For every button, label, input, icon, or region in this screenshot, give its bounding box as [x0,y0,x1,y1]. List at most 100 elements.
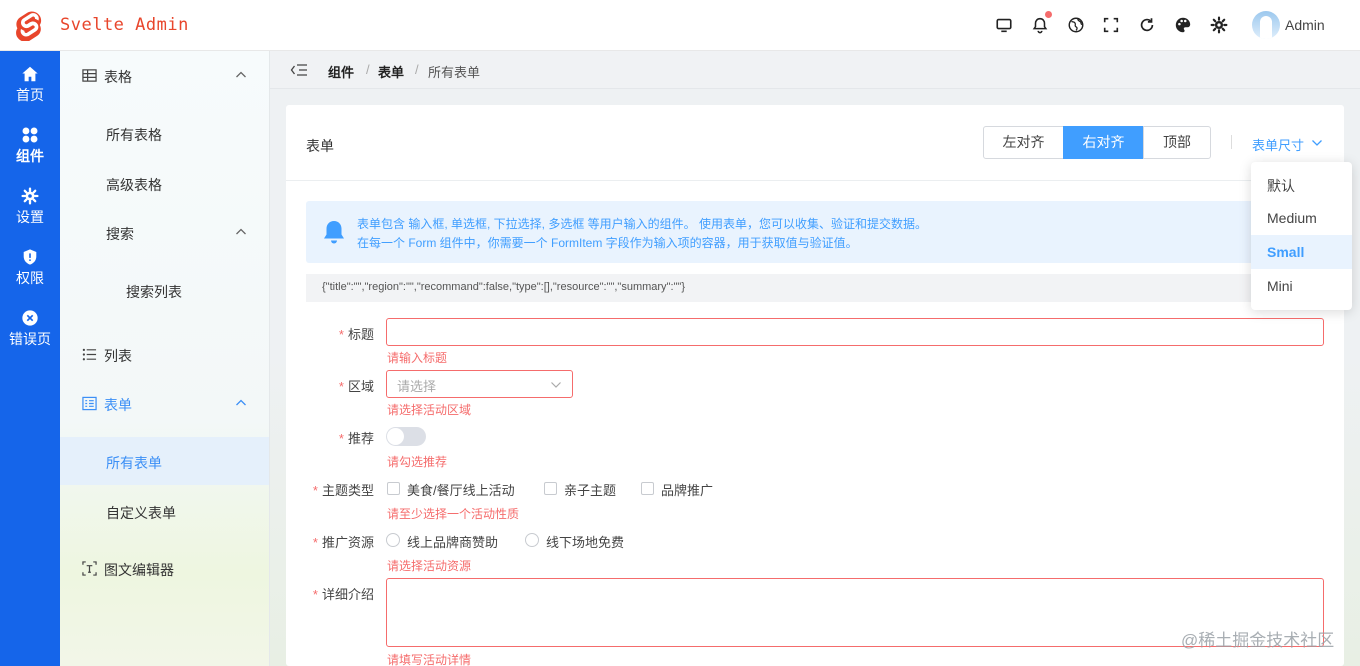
list-icon [82,348,97,361]
type-label: * 主题类型 [312,483,374,498]
form-icon [82,396,97,411]
breadcrumb-item-form[interactable]: 表单 [378,62,404,81]
nav-home[interactable]: 首页 [0,57,60,113]
size-option-mini[interactable]: Mini [1251,269,1352,303]
form-json-text: {"title":"","region":"","recommand":fals… [322,281,685,293]
divider [1231,135,1232,149]
size-option-default[interactable]: 默认 [1251,167,1352,201]
resource-error: 请选择活动资源 [387,559,472,573]
chevron-up-icon [236,71,246,78]
avatar[interactable] [1252,11,1280,39]
nav-components-label: 组件 [16,148,44,164]
submenu-advanced-table-label: 高级表格 [106,177,162,193]
chevron-down-icon[interactable] [1311,138,1323,148]
type-checkbox-brand[interactable] [641,482,654,495]
title-input[interactable] [386,318,1324,346]
type-option-brand[interactable]: 品牌推广 [661,480,713,499]
primary-sidebar: 首页 组件 设置 权限 错误页 [0,51,60,666]
nav-permission[interactable]: 权限 [0,240,60,296]
submenu-all-tables[interactable]: 所有表格 [60,109,269,157]
submenu-form-label: 表单 [104,397,132,413]
recommend-switch[interactable] [386,427,426,446]
info-alert [306,201,1324,263]
align-right-button[interactable]: 右对齐 [1063,126,1144,159]
resource-option-offline[interactable]: 线下场地免费 [546,532,624,551]
resource-option-online[interactable]: 线上品牌商赞助 [407,532,498,551]
alert-text-line1: 表单包含 输入框, 单选框, 下拉选择, 多选框 等用户输入的组件。 使用表单，… [357,217,928,231]
title-label: * 标题 [338,327,374,342]
editor-icon [82,561,97,576]
submenu-custom-form[interactable]: 自定义表单 [60,487,269,535]
submenu-search-list[interactable]: 搜索列表 [60,266,269,314]
secondary-sidebar: 表格 所有表格 高级表格 搜索 搜索列表 列表 表单 所有表单 自定义表单 图文… [60,51,270,666]
collapse-menu-icon[interactable] [290,63,308,77]
submenu-table[interactable]: 表格 [60,51,269,99]
app-title: Svelte Admin [60,15,189,35]
submenu-rich-editor-label: 图文编辑器 [104,562,174,578]
top-header: Svelte Admin Admin [0,0,1360,51]
submenu-list-label: 列表 [104,348,132,364]
refresh-icon[interactable] [1137,15,1157,35]
submenu-advanced-table[interactable]: 高级表格 [60,159,269,207]
submenu-search-list-label: 搜索列表 [126,284,182,300]
avatar-figure [1260,16,1272,39]
gear-icon [21,187,39,205]
align-left-button[interactable]: 左对齐 [983,126,1064,159]
nav-settings-label: 设置 [16,209,44,225]
monitor-icon[interactable] [994,15,1014,35]
align-top-button[interactable]: 顶部 [1143,126,1211,159]
type-option-family[interactable]: 亲子主题 [564,480,616,499]
nav-error[interactable]: 错误页 [0,301,60,357]
type-checkbox-family[interactable] [544,482,557,495]
submenu-rich-editor[interactable]: 图文编辑器 [60,544,269,592]
nav-home-label: 首页 [16,87,44,103]
summary-error: 请填写活动详情 [387,653,472,666]
submenu-search-label: 搜索 [106,226,134,242]
recommend-label: * 推荐 [338,431,374,446]
region-label: * 区域 [338,379,374,394]
breadcrumb-item-components[interactable]: 组件 [328,62,354,81]
submenu-all-tables-label: 所有表格 [106,127,162,143]
type-checkbox-food[interactable] [387,482,400,495]
summary-label: * 详细介绍 [312,587,374,602]
nav-error-label: 错误页 [9,331,51,347]
table-icon [82,69,97,82]
type-option-food[interactable]: 美食/餐厅线上活动 [407,480,515,499]
region-error: 请选择活动区域 [387,403,472,417]
submenu-search[interactable]: 搜索 [60,208,269,256]
nav-permission-label: 权限 [16,270,44,286]
submenu-all-forms[interactable]: 所有表单 [60,437,269,485]
region-select-placeholder: 请选择 [397,379,437,394]
error-icon [22,310,38,326]
fullscreen-icon[interactable] [1101,15,1121,35]
card-title: 表单 [306,138,334,154]
breadcrumb-item-current: 所有表单 [428,65,481,80]
nav-settings[interactable]: 设置 [0,179,60,235]
resource-label: * 推广资源 [312,535,374,550]
size-option-small[interactable]: Small [1251,235,1352,269]
chevron-up-icon [236,228,246,235]
submenu-table-label: 表格 [104,69,132,85]
nav-components[interactable]: 组件 [0,118,60,174]
submenu-all-forms-label: 所有表单 [106,455,162,471]
palette-icon[interactable] [1173,15,1193,35]
size-option-medium[interactable]: Medium [1251,201,1352,235]
submenu-custom-form-label: 自定义表单 [106,505,176,521]
form-size-menu: 默认 Medium Small Mini [1251,162,1352,310]
alert-text-line2: 在每一个 Form 组件中，你需要一个 FormItem 字段作为输入项的容器，… [357,236,858,250]
form-size-dropdown[interactable]: 表单尺寸 [1252,135,1304,154]
resource-radio-online[interactable] [386,533,400,547]
bell-icon[interactable] [1030,11,1052,35]
title-error: 请输入标题 [387,351,448,365]
shield-icon [23,249,37,265]
username[interactable]: Admin [1285,17,1325,33]
settings-icon[interactable] [1209,15,1229,35]
recommend-error: 请勾选推荐 [387,455,448,469]
chevron-up-icon [236,399,246,406]
svelte-logo[interactable] [14,9,46,41]
components-icon [22,127,38,143]
resource-radio-offline[interactable] [525,533,539,547]
submenu-form[interactable]: 表单 [60,379,269,427]
language-icon[interactable] [1066,15,1086,35]
submenu-list[interactable]: 列表 [60,330,269,378]
